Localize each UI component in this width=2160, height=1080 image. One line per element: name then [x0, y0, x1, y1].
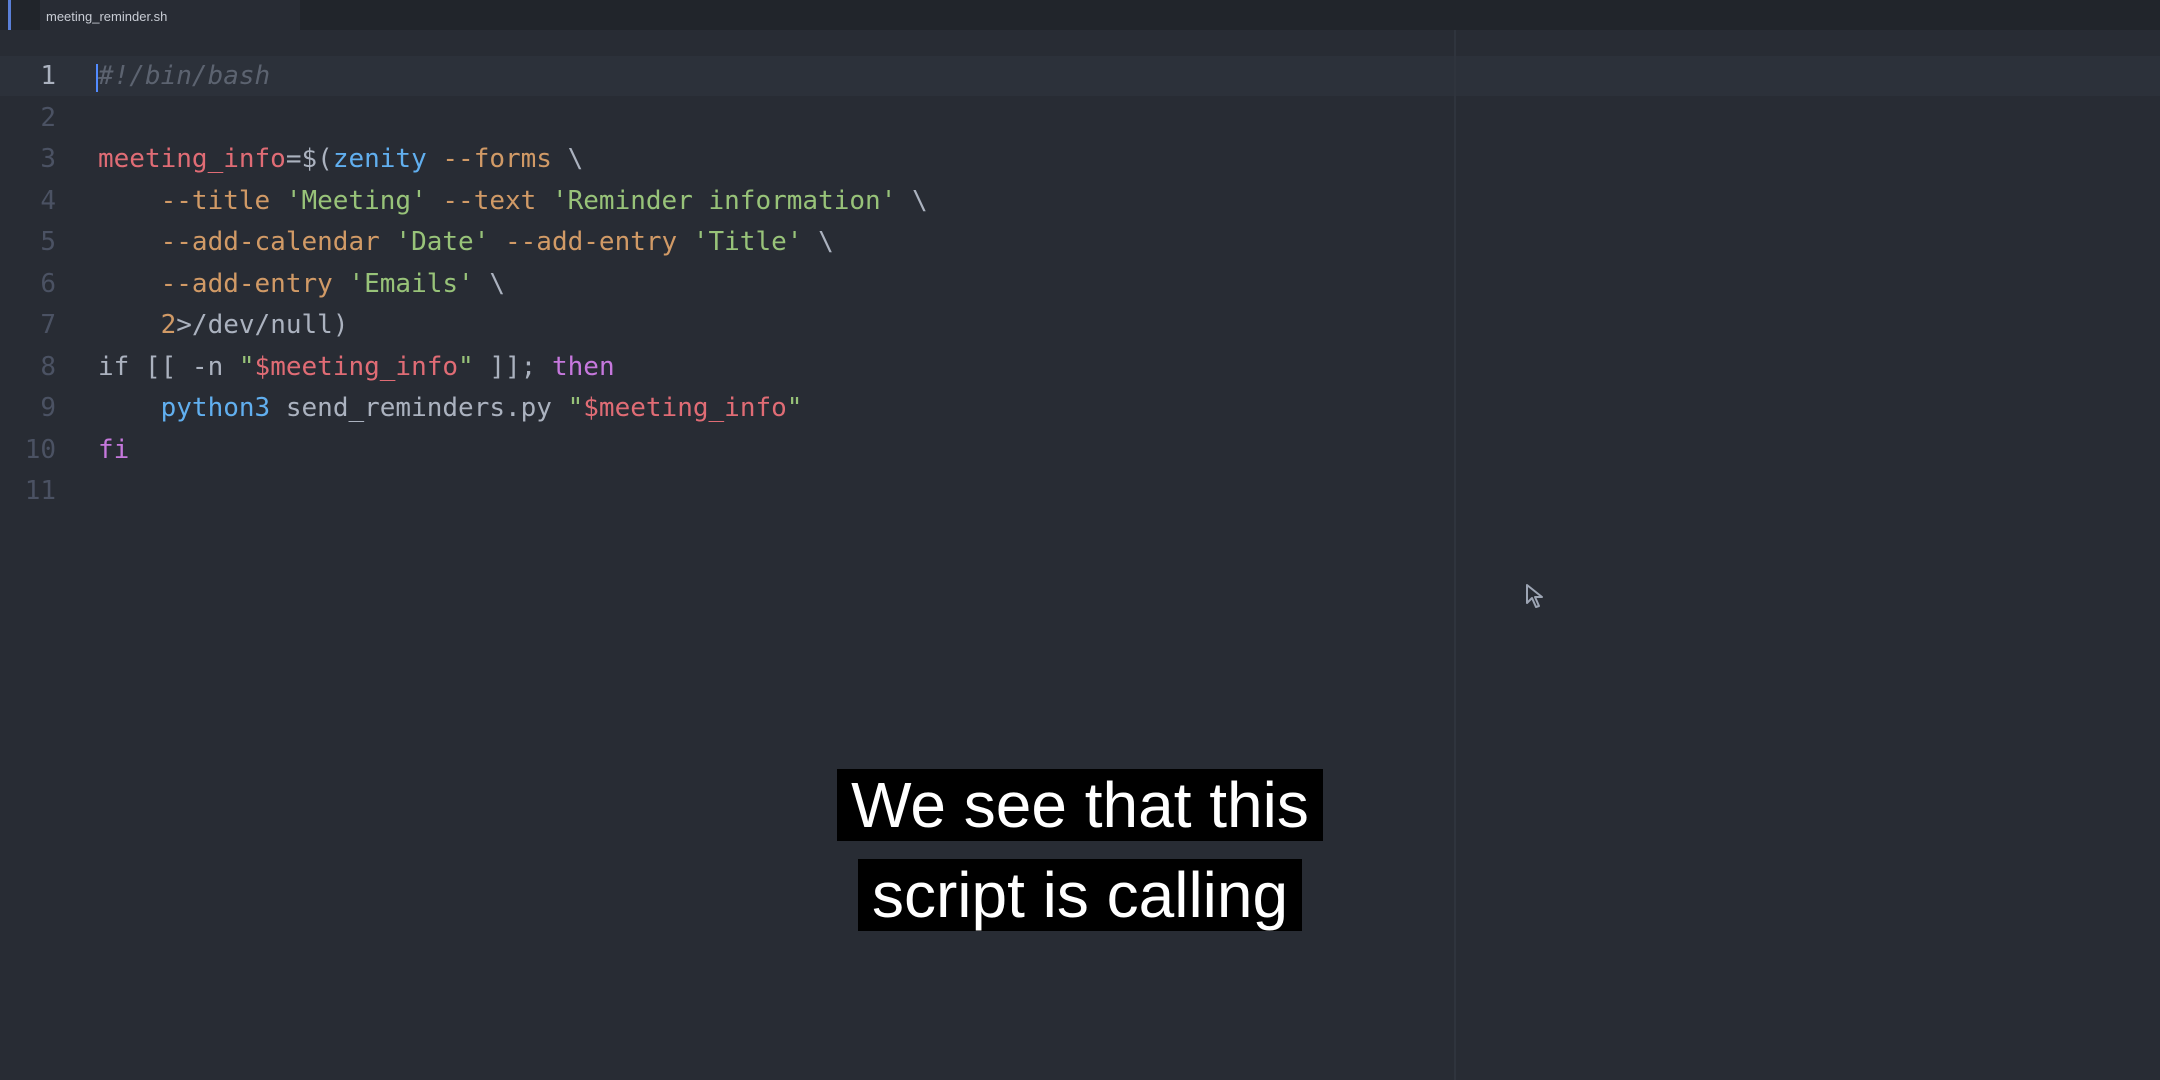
- mouse-pointer-icon: [1526, 584, 1543, 608]
- line-number: 9: [40, 393, 56, 423]
- code-line[interactable]: if [[ -n "$meeting_info" ]]; then: [98, 347, 928, 389]
- code-token: \: [802, 227, 834, 257]
- code-token: 'Meeting': [285, 185, 427, 216]
- code-token: $meeting_info: [254, 351, 459, 382]
- code-token: if [[ -n: [98, 351, 239, 382]
- code-line[interactable]: fi: [98, 430, 928, 472]
- code-token: send_reminders.py: [270, 393, 568, 423]
- code-line[interactable]: [98, 471, 928, 513]
- caption-line-1: We see that this: [837, 769, 1323, 841]
- code-token: ": [458, 351, 474, 382]
- code-token: --title: [98, 185, 286, 216]
- code-token: 'Date': [395, 227, 490, 257]
- line-number: 6: [40, 268, 56, 299]
- line-number: 10: [24, 434, 56, 465]
- tab-title[interactable]: meeting_reminder.sh: [46, 9, 167, 24]
- line-number: 7: [40, 310, 56, 340]
- line-number: 11: [24, 476, 56, 506]
- code-line[interactable]: python3 send_reminders.py "$meeting_info…: [98, 388, 928, 430]
- code-token: >/dev/null): [176, 310, 349, 340]
- code-token: --add-entry: [489, 227, 693, 257]
- line-number: 4: [40, 185, 56, 216]
- text-caret: [96, 64, 98, 92]
- code-token: $meeting_info: [583, 393, 787, 423]
- video-caption: We see that this script is calling: [0, 760, 2160, 940]
- code-line[interactable]: --add-calendar 'Date' --add-entry 'Title…: [98, 222, 928, 264]
- code-token: =$(: [285, 144, 333, 174]
- code-token: 2: [160, 310, 177, 340]
- code-line[interactable]: #!/bin/bash: [98, 56, 928, 98]
- code-token: --add-calendar: [98, 227, 396, 257]
- tab-bar: meeting_reminder.sh: [0, 0, 2160, 30]
- line-number: 3: [40, 144, 56, 174]
- code-token: --add-entry: [98, 268, 349, 299]
- code-token: zenity: [332, 144, 427, 174]
- code-token: --text: [426, 185, 552, 216]
- code-token: ": [786, 393, 803, 423]
- code-token: \: [896, 185, 928, 216]
- code-token: python3: [160, 393, 271, 423]
- code-token: #!/bin/bash: [98, 61, 271, 91]
- code-token: ": [567, 393, 584, 423]
- code-line[interactable]: 2>/dev/null): [98, 305, 928, 347]
- code-token: then: [551, 351, 615, 382]
- code-token: 'Title': [692, 227, 803, 257]
- code-token: fi: [98, 434, 130, 465]
- code-token: \: [567, 144, 584, 174]
- code-token: ": [238, 351, 255, 382]
- code-token: \: [473, 268, 505, 299]
- code-token: --forms: [426, 144, 568, 174]
- line-number-gutter: 1 2 3 4 5 6 7 8 9 10 11: [0, 56, 70, 513]
- line-number: 2: [40, 102, 56, 133]
- code-token: 'Emails': [348, 268, 474, 299]
- line-number: 8: [40, 351, 56, 382]
- code-line[interactable]: --title 'Meeting' --text 'Reminder infor…: [98, 181, 928, 223]
- code-token: 'Reminder information': [551, 185, 897, 216]
- line-number: 1: [40, 61, 56, 91]
- caption-line-2: script is calling: [857, 859, 1303, 931]
- code-content[interactable]: #!/bin/bash meeting_info=$(zenity --forms…: [98, 56, 928, 513]
- code-line[interactable]: [98, 98, 928, 140]
- line-number: 5: [40, 227, 56, 257]
- code-line[interactable]: meeting_info=$(zenity --forms \: [98, 139, 928, 181]
- active-tab-indicator: [8, 0, 11, 30]
- code-line[interactable]: --add-entry 'Emails' \: [98, 264, 928, 306]
- code-token: meeting_info: [98, 144, 286, 174]
- code-token: ]];: [473, 351, 552, 382]
